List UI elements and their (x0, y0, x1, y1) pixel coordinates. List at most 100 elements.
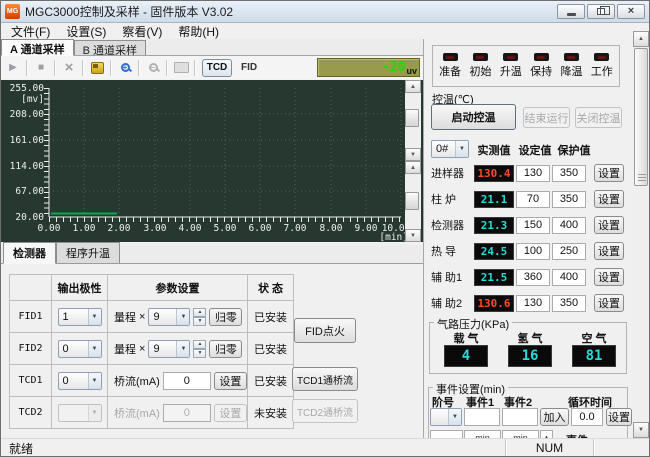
fid2-range-select[interactable]: 9▼ (148, 340, 190, 358)
set-value-field[interactable]: 70 (516, 191, 550, 208)
svg-text:9.00: 9.00 (355, 223, 378, 234)
phase-led-box: 准备 初始 升温 保持 降温 工作 (432, 45, 620, 87)
set-button[interactable]: 设置 (594, 216, 624, 234)
detector-cell: 桥流(mA) 0 设置 (108, 397, 248, 429)
fid1-range-stepper[interactable]: ▲▼ (193, 308, 206, 326)
gas-pressure-group: 气路压力(KPa) 载 气 氢 气 空 气 4 16 81 (429, 322, 627, 374)
spinner-up-icon: ▲ (193, 340, 206, 349)
scroll-up-icon[interactable]: ▲ (405, 80, 421, 93)
set-value-field[interactable]: 130 (516, 165, 550, 182)
snapshot-button[interactable] (172, 59, 190, 77)
combo-value: 0# (432, 143, 455, 155)
svg-text:2.00: 2.00 (108, 223, 131, 234)
set-value-field[interactable]: 150 (516, 217, 550, 234)
set-value-field[interactable]: 360 (516, 269, 550, 286)
scroll-down-icon[interactable]: ▼ (633, 422, 649, 438)
tcd1-set-button[interactable]: 设置 (214, 372, 247, 390)
menu-view[interactable]: 察看(V) (114, 23, 170, 40)
set-value-field[interactable]: 130 (516, 295, 550, 312)
close-button[interactable]: × (617, 4, 645, 19)
scrollbar-thumb[interactable] (405, 192, 419, 210)
stop-button[interactable]: ■ (32, 59, 50, 77)
sample-settings-button[interactable] (88, 59, 106, 77)
set-button[interactable]: 设置 (594, 294, 624, 312)
signal-value: -20 (382, 60, 405, 75)
temp-row-label: 热 导 (431, 243, 471, 259)
num-lock-indicator: NUM (505, 439, 593, 457)
tcd2-bridge-input: 0 (163, 404, 211, 422)
set-value-field[interactable]: 100 (516, 243, 550, 260)
fid2-zero-button[interactable]: 归零 (209, 340, 242, 358)
tcd1-bridge-on-button[interactable]: TCD1通桥流 (292, 367, 358, 391)
clear-button[interactable]: × (60, 59, 78, 77)
svg-text:6.00: 6.00 (249, 223, 272, 234)
multiply-sign: × (139, 343, 145, 355)
start-button[interactable]: ▶ (4, 59, 22, 77)
scroll-up-icon[interactable]: ▲ (633, 31, 649, 47)
restore-button[interactable] (587, 4, 615, 19)
scroll-down-icon[interactable]: ▼ (405, 229, 421, 242)
tab-channel-b[interactable]: B 通道采样 (74, 40, 146, 55)
fid1-range-select[interactable]: 9▼ (148, 308, 190, 326)
tcd-toggle-button[interactable]: TCD (202, 59, 232, 77)
minimize-button[interactable] (557, 4, 585, 19)
fid2-range-stepper[interactable]: ▲▼ (193, 340, 206, 358)
scrollbar-thumb[interactable] (634, 48, 648, 186)
led-working-icon (594, 53, 609, 61)
protect-value-field[interactable]: 400 (552, 217, 586, 234)
thumb-grip (638, 174, 646, 181)
fid2-polarity-select[interactable]: 0▼ (58, 340, 102, 358)
protect-value-field[interactable]: 350 (552, 295, 586, 312)
fid1-polarity-select[interactable]: 1▼ (58, 308, 102, 326)
zoom-out-button[interactable]: − (144, 59, 162, 77)
fid1-zero-button[interactable]: 归零 (209, 308, 242, 326)
fid-ignite-button[interactable]: FID点火 (294, 318, 356, 343)
svg-text:4.00: 4.00 (179, 223, 202, 234)
tab-channel-a[interactable]: A 通道采样 (1, 39, 74, 56)
set-button[interactable]: 设置 (594, 190, 624, 208)
menu-help[interactable]: 帮助(H) (170, 23, 227, 40)
event2-input[interactable] (502, 408, 538, 426)
set-button[interactable]: 设置 (594, 268, 624, 286)
menu-file[interactable]: 文件(F) (3, 23, 58, 40)
fid2-status: 已安装 (248, 333, 294, 365)
fid1-status: 已安装 (248, 301, 294, 333)
protect-value-field[interactable]: 400 (552, 269, 586, 286)
scroll-up-icon[interactable]: ▲ (405, 161, 421, 174)
tab-temp-program[interactable]: 程序升温 (56, 242, 120, 263)
scrollbar-thumb[interactable] (405, 109, 419, 127)
combo-value: 0 (59, 375, 88, 387)
scrollbar-track[interactable] (405, 93, 421, 148)
fid-toggle-button[interactable]: FID (241, 62, 257, 73)
zoom-in-button[interactable]: + (116, 59, 134, 77)
control-panel: 准备 初始 升温 保持 降温 工作 控温(℃) 启动控温 结束运行 关闭控温 0… (424, 31, 633, 438)
chevron-down-icon: ▼ (176, 309, 189, 325)
detector-header-params: 参数设置 (108, 275, 248, 301)
scrollbar-track[interactable] (405, 174, 421, 229)
detector-cell: 桥流(mA) 0 设置 (108, 365, 248, 397)
protect-value-field[interactable]: 350 (552, 191, 586, 208)
set-button[interactable]: 设置 (594, 164, 624, 182)
protect-value-field[interactable]: 350 (552, 165, 586, 182)
add-event-button[interactable]: 加入 (540, 408, 569, 426)
menu-settings[interactable]: 设置(S) (58, 23, 114, 40)
svg-text:8.00: 8.00 (320, 223, 343, 234)
app-window: MG MGC3000控制及采样 - 固件版本 V3.02 × 文件(F) 设置(… (0, 0, 650, 457)
panel-scrollbar[interactable]: ▲ ▼ (633, 31, 650, 438)
cycle-set-button[interactable]: 设置 (606, 408, 632, 426)
scroll-down-icon[interactable]: ▼ (405, 148, 421, 161)
stage-select[interactable]: ▼ (430, 408, 462, 426)
protect-value-field[interactable]: 250 (552, 243, 586, 260)
tab-detector[interactable]: 检测器 (3, 242, 56, 264)
end-run-button: 结束运行 (523, 107, 570, 128)
channel-select[interactable]: 0#▼ (431, 140, 469, 158)
tcd1-polarity-select[interactable]: 0▼ (58, 372, 102, 390)
tcd1-bridge-input[interactable]: 0 (163, 372, 211, 390)
svg-text:208.00: 208.00 (10, 109, 45, 120)
event1-input[interactable] (464, 408, 500, 426)
start-temp-control-button[interactable]: 启动控温 (431, 104, 516, 130)
led-label: 工作 (591, 63, 613, 79)
set-button[interactable]: 设置 (594, 242, 624, 260)
chevron-down-icon: ▼ (88, 309, 101, 325)
cycle-time-input[interactable]: 0.0 (571, 408, 603, 426)
